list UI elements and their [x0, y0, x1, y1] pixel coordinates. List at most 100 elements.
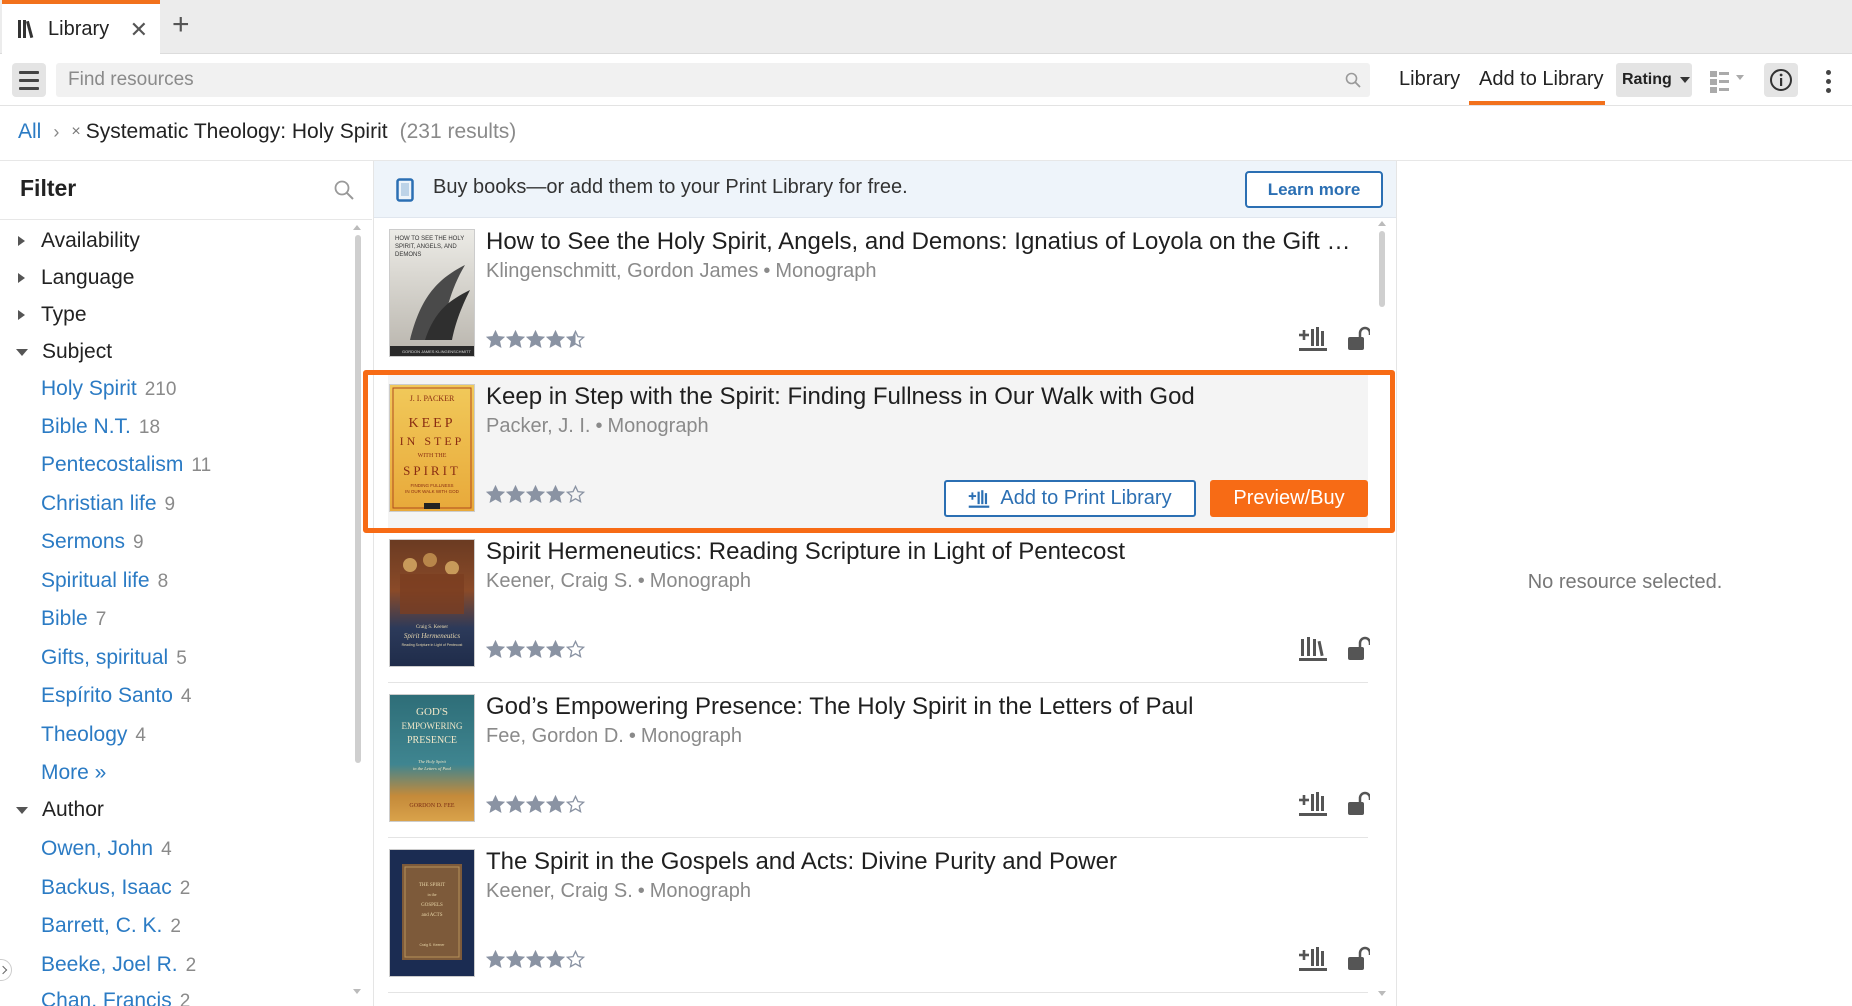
book-cover[interactable]: GOD'S EMPOWERING PRESENCE The Holy Spiri…: [390, 695, 474, 821]
filter-more-link[interactable]: More »: [41, 761, 106, 785]
star-icon: [546, 330, 565, 348]
star-icon: [566, 795, 585, 813]
library-link[interactable]: Library: [1399, 68, 1460, 91]
filter-sidebar: Filter Availability Language Type Subjec…: [0, 161, 372, 1006]
filter-group-label: Type: [41, 303, 87, 326]
filter-subject-spiritual-life[interactable]: Spiritual life 8: [41, 569, 168, 593]
filter-author-barrett-ck[interactable]: Barrett, C. K. 2: [41, 914, 181, 938]
star-icon: [526, 485, 545, 503]
filter-subject-sermons[interactable]: Sermons 9: [41, 530, 144, 554]
sidebar-scrollbar[interactable]: [355, 235, 361, 763]
library-icon: [18, 20, 34, 39]
svg-text:in the: in the: [428, 892, 437, 897]
filter-group-language[interactable]: Language: [16, 266, 134, 290]
filter-subject-bible-nt[interactable]: Bible N.T. 18: [41, 415, 160, 439]
more-options-icon[interactable]: [1820, 66, 1836, 96]
menu-icon[interactable]: [12, 63, 46, 97]
unlock-icon[interactable]: [1346, 326, 1370, 352]
info-icon[interactable]: [1764, 63, 1798, 97]
svg-text:DEMONS: DEMONS: [395, 252, 421, 258]
tab-close-icon[interactable]: ✕: [130, 17, 148, 43]
tab-library[interactable]: Library ✕: [2, 0, 160, 54]
scroll-down-icon[interactable]: [353, 989, 361, 994]
result-row[interactable]: THE SPIRIT in the GOSPELS and ACTS Craig…: [388, 838, 1370, 993]
breadcrumb-all[interactable]: All: [18, 120, 41, 144]
add-to-print-library-icon: [969, 489, 990, 508]
filter-subject-theology[interactable]: Theology 4: [41, 723, 146, 747]
new-tab-icon[interactable]: +: [172, 10, 190, 40]
star-icon: [486, 330, 505, 348]
filter-author-owen-john[interactable]: Owen, John 4: [41, 837, 172, 861]
add-to-print-library-icon[interactable]: [1298, 326, 1328, 352]
sort-dropdown[interactable]: Rating: [1616, 63, 1692, 97]
svg-text:GOD'S: GOD'S: [416, 706, 448, 718]
add-to-library-link[interactable]: Add to Library: [1479, 68, 1604, 91]
filter-group-subject[interactable]: Subject: [16, 340, 112, 364]
svg-text:GORDON D. FEE: GORDON D. FEE: [409, 803, 455, 809]
book-cover[interactable]: Craig S. Keener Spirit Hermeneutics Read…: [390, 540, 474, 666]
search-input[interactable]: [56, 63, 1370, 97]
results-scrollbar[interactable]: [1379, 231, 1385, 307]
filter-group-label: Availability: [41, 229, 140, 252]
star-icon: [506, 950, 525, 968]
result-title[interactable]: Spirit Hermeneutics: Reading Scripture i…: [486, 538, 1354, 566]
filter-group-type[interactable]: Type: [16, 303, 87, 327]
filter-subject-holy-spirit[interactable]: Holy Spirit 210: [41, 377, 176, 401]
scroll-up-icon[interactable]: [1378, 221, 1386, 226]
result-title[interactable]: God’s Empowering Presence: The Holy Spir…: [486, 693, 1354, 721]
chevron-down-icon: [16, 806, 28, 814]
svg-text:THE SPIRIT: THE SPIRIT: [419, 883, 445, 888]
filter-author-chan-francis[interactable]: Chan, Francis 2: [41, 989, 190, 1006]
remove-filter-icon[interactable]: ×: [71, 123, 80, 141]
svg-text:SPIRIT: SPIRIT: [403, 463, 461, 478]
banner-text: Buy books—or add them to your Print Libr…: [433, 176, 908, 198]
book-cover[interactable]: THE SPIRIT in the GOSPELS and ACTS Craig…: [390, 850, 474, 976]
preview-buy-button[interactable]: Preview/Buy: [1210, 480, 1368, 517]
filter-subject-gifts-spiritual[interactable]: Gifts, spiritual 5: [41, 646, 187, 670]
filter-subject-bible[interactable]: Bible 7: [41, 607, 106, 631]
filter-subject-pentecostalism[interactable]: Pentecostalism 11: [41, 453, 211, 477]
add-to-print-library-icon[interactable]: [1298, 791, 1328, 817]
result-row[interactable]: Craig S. Keener Spirit Hermeneutics Read…: [388, 528, 1370, 683]
result-row[interactable]: HOW TO SEE THE HOLY SPIRIT, ANGELS, AND …: [388, 218, 1370, 373]
collapse-sidebar-icon[interactable]: [0, 959, 12, 981]
svg-text:Spirit Hermeneutics: Spirit Hermeneutics: [404, 632, 460, 640]
unlock-icon[interactable]: [1346, 946, 1370, 972]
results-pane: Buy books—or add them to your Print Libr…: [373, 161, 1396, 1006]
learn-more-button[interactable]: Learn more: [1245, 171, 1383, 208]
add-to-print-library-icon[interactable]: [1298, 946, 1328, 972]
view-mode-icon[interactable]: [1708, 68, 1748, 94]
scroll-up-icon[interactable]: [353, 225, 361, 230]
svg-text:IN STEP: IN STEP: [400, 434, 465, 448]
star-rating: [486, 795, 585, 815]
unlock-icon[interactable]: [1346, 791, 1370, 817]
active-tab-indicator: [1469, 101, 1605, 105]
filter-author-backus-isaac[interactable]: Backus, Isaac 2: [41, 876, 190, 900]
result-row[interactable]: GOD'S EMPOWERING PRESENCE The Holy Spiri…: [388, 683, 1370, 838]
svg-text:Reading Scripture in Light of: Reading Scripture in Light of Pentecost: [402, 643, 463, 647]
result-title[interactable]: Keep in Step with the Spirit: Finding Fu…: [486, 383, 1354, 411]
result-title[interactable]: How to See the Holy Spirit, Angels, and …: [486, 228, 1354, 256]
book-cover[interactable]: J. I. PACKER KEEP IN STEP WITH THE SPIRI…: [390, 385, 474, 511]
result-meta: Packer, J. I. • Monograph: [486, 415, 709, 437]
filter-group-author[interactable]: Author: [16, 798, 104, 822]
print-library-banner: Buy books—or add them to your Print Libr…: [374, 161, 1396, 218]
star-rating: [486, 485, 585, 505]
result-title[interactable]: The Spirit in the Gospels and Acts: Divi…: [486, 848, 1354, 876]
search-icon[interactable]: [333, 179, 355, 201]
unlock-icon[interactable]: [1346, 636, 1370, 662]
result-row-selected[interactable]: J. I. PACKER KEEP IN STEP WITH THE SPIRI…: [388, 373, 1368, 528]
filter-subject-christian-life[interactable]: Christian life 9: [41, 492, 175, 516]
book-cover[interactable]: HOW TO SEE THE HOLY SPIRIT, ANGELS, AND …: [390, 230, 474, 356]
filter-author-beeke-joel[interactable]: Beeke, Joel R. 2: [41, 953, 196, 977]
add-to-print-library-button[interactable]: Add to Print Library: [944, 480, 1196, 517]
scroll-down-icon[interactable]: [1378, 991, 1386, 996]
filter-group-availability[interactable]: Availability: [16, 229, 140, 253]
star-icon: [546, 485, 565, 503]
filter-subject-espirito-santo[interactable]: Espírito Santo 4: [41, 684, 191, 708]
in-print-library-icon[interactable]: [1298, 636, 1328, 662]
svg-text:SPIRIT, ANGELS, AND: SPIRIT, ANGELS, AND: [395, 244, 457, 250]
filter-group-label: Language: [41, 266, 135, 289]
star-icon: [506, 330, 525, 348]
search-icon[interactable]: [1344, 71, 1362, 89]
